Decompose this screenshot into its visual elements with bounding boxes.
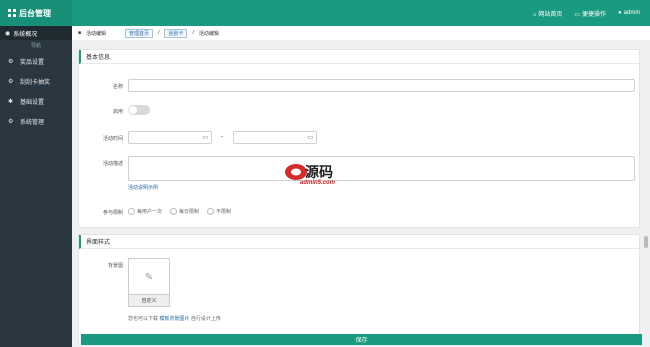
desc-textarea[interactable] xyxy=(128,156,635,181)
section-icon: ■ xyxy=(78,30,82,36)
grid-icon xyxy=(8,9,16,17)
breadcrumb-current: 活动编辑 xyxy=(198,30,219,37)
scrollbar[interactable] xyxy=(644,236,648,248)
limit-option-label: 每用户一次 xyxy=(137,209,163,215)
name-label: 名称 xyxy=(112,84,123,90)
edit-icon: ✎ xyxy=(144,271,154,283)
limit-label: 参与限制 xyxy=(102,210,123,216)
limit-option-daily[interactable]: 每日限制 xyxy=(170,208,199,215)
nav-user-label: admin xyxy=(623,10,640,16)
radio-icon xyxy=(128,208,135,215)
breadcrumb-separator: / xyxy=(192,30,194,36)
nav-home-label: 网站首页 xyxy=(538,11,563,18)
calendar-icon: ▭ xyxy=(202,135,208,141)
sidebar-item-label: 系统管理 xyxy=(20,119,45,126)
sidebar-item-basic[interactable]: ✱ 基础设置 xyxy=(0,91,72,111)
time-separator: - xyxy=(221,134,223,140)
sidebar-item-system[interactable]: ⚙ 系统管理 xyxy=(0,111,72,131)
user-icon: ● xyxy=(618,10,622,16)
save-button[interactable]: 保存 xyxy=(81,334,642,345)
sidebar-item-label: 奖品设置 xyxy=(20,59,45,66)
start-date-input[interactable]: ▭ xyxy=(128,131,212,144)
calendar-icon: ▭ xyxy=(307,135,313,141)
nav-user[interactable]: ● admin xyxy=(618,10,640,16)
brand-title: 后台管理 xyxy=(19,8,51,18)
nav-quick-label: 便捷操作 xyxy=(582,11,607,18)
sidebar-item-prizes[interactable]: ⚙ 奖品设置 xyxy=(0,51,72,71)
sidebar-item-label: 刮刮卡抽奖 xyxy=(20,79,51,86)
sidebar-item-overview[interactable]: ◉ 系统概况 xyxy=(0,26,72,40)
nav-home[interactable]: ⌂ 网站首页 xyxy=(533,9,563,18)
enable-label: 启用 xyxy=(112,109,123,115)
limit-option-once[interactable]: 每用户一次 xyxy=(128,208,162,215)
top-nav: ⌂ 网站首页 ▭ 便捷操作 ● admin xyxy=(533,0,640,26)
limit-option-none[interactable]: 不限制 xyxy=(207,208,231,215)
sidebar-subtitle: 导航 xyxy=(30,43,41,49)
radio-icon xyxy=(170,208,178,215)
screen-icon: ▭ xyxy=(574,11,581,18)
desc-label: 活动描述 xyxy=(102,161,123,167)
breadcrumb: ■ 活动编辑 管理首页 / 刮刮卡 / 活动编辑 xyxy=(72,26,650,41)
enable-toggle[interactable] xyxy=(128,105,150,115)
style-panel: 界面样式 背景图 ✎ 自定义 您也可以下载 模板背景图片 自行设计上传 xyxy=(78,234,640,344)
brand-logo[interactable]: 后台管理 xyxy=(0,0,72,26)
settings-icon: ⚙ xyxy=(8,58,14,65)
settings-icon: ⚙ xyxy=(8,78,14,85)
desc-example-link[interactable]: 活动说明示例 xyxy=(128,184,158,191)
watermark-brand: 源码 xyxy=(305,165,333,181)
gears-icon: ⚙ xyxy=(8,118,14,125)
section-title: 活动编辑 xyxy=(86,30,107,37)
main-content: 基本信息 名称 启用 活动时间 ▭ - ▭ 活动描述 活动说明示例 参与限制 每… xyxy=(72,41,650,347)
bg-image-upload[interactable]: ✎ 自定义 xyxy=(128,258,170,307)
panel-title: 基本信息 xyxy=(79,50,639,64)
home-icon: ⌂ xyxy=(532,11,537,18)
template-download-link[interactable]: 模板背景图片 xyxy=(159,316,189,322)
bg-hint: 您也可以下载 模板背景图片 自行设计上传 xyxy=(128,315,221,322)
watermark-domain: admin5.com xyxy=(300,180,336,186)
gear-icon: ✱ xyxy=(8,98,14,105)
limit-options: 每用户一次 每日限制 不限制 xyxy=(128,208,231,215)
sidebar: ◉ 系统概况 导航 ⚙ 奖品设置 ⚙ 刮刮卡抽奖 ✱ 基础设置 ⚙ 系统管理 xyxy=(0,26,72,347)
limit-option-label: 每日限制 xyxy=(179,209,200,215)
panel-title: 界面样式 xyxy=(79,235,639,249)
end-date-input[interactable]: ▭ xyxy=(233,131,317,144)
nav-quick-actions[interactable]: ▭ 便捷操作 xyxy=(574,9,606,18)
radio-icon xyxy=(207,208,215,215)
save-button-label: 保存 xyxy=(355,338,368,344)
limit-option-label: 不限制 xyxy=(216,209,232,215)
breadcrumb-separator: / xyxy=(158,30,160,36)
basic-info-panel: 基本信息 名称 启用 活动时间 ▭ - ▭ 活动描述 活动说明示例 参与限制 每… xyxy=(78,49,640,228)
sidebar-item-label: 基础设置 xyxy=(20,99,45,106)
bg-label: 背景图 xyxy=(107,263,123,269)
breadcrumb-scratch-link[interactable]: 刮刮卡 xyxy=(164,28,188,38)
hint-prefix: 您也可以下载 xyxy=(128,316,159,322)
hint-suffix: 自行设计上传 xyxy=(190,316,221,322)
time-label: 活动时间 xyxy=(102,136,123,142)
dashboard-icon: ◉ xyxy=(5,30,11,37)
name-input[interactable] xyxy=(128,79,635,92)
breadcrumb-home-link[interactable]: 管理首页 xyxy=(125,28,154,38)
image-caption: 自定义 xyxy=(129,294,169,306)
sidebar-overview-label: 系统概况 xyxy=(13,31,38,38)
top-bar: 后台管理 ⌂ 网站首页 ▭ 便捷操作 ● admin xyxy=(0,0,650,26)
sidebar-item-scratch[interactable]: ⚙ 刮刮卡抽奖 xyxy=(0,71,72,91)
